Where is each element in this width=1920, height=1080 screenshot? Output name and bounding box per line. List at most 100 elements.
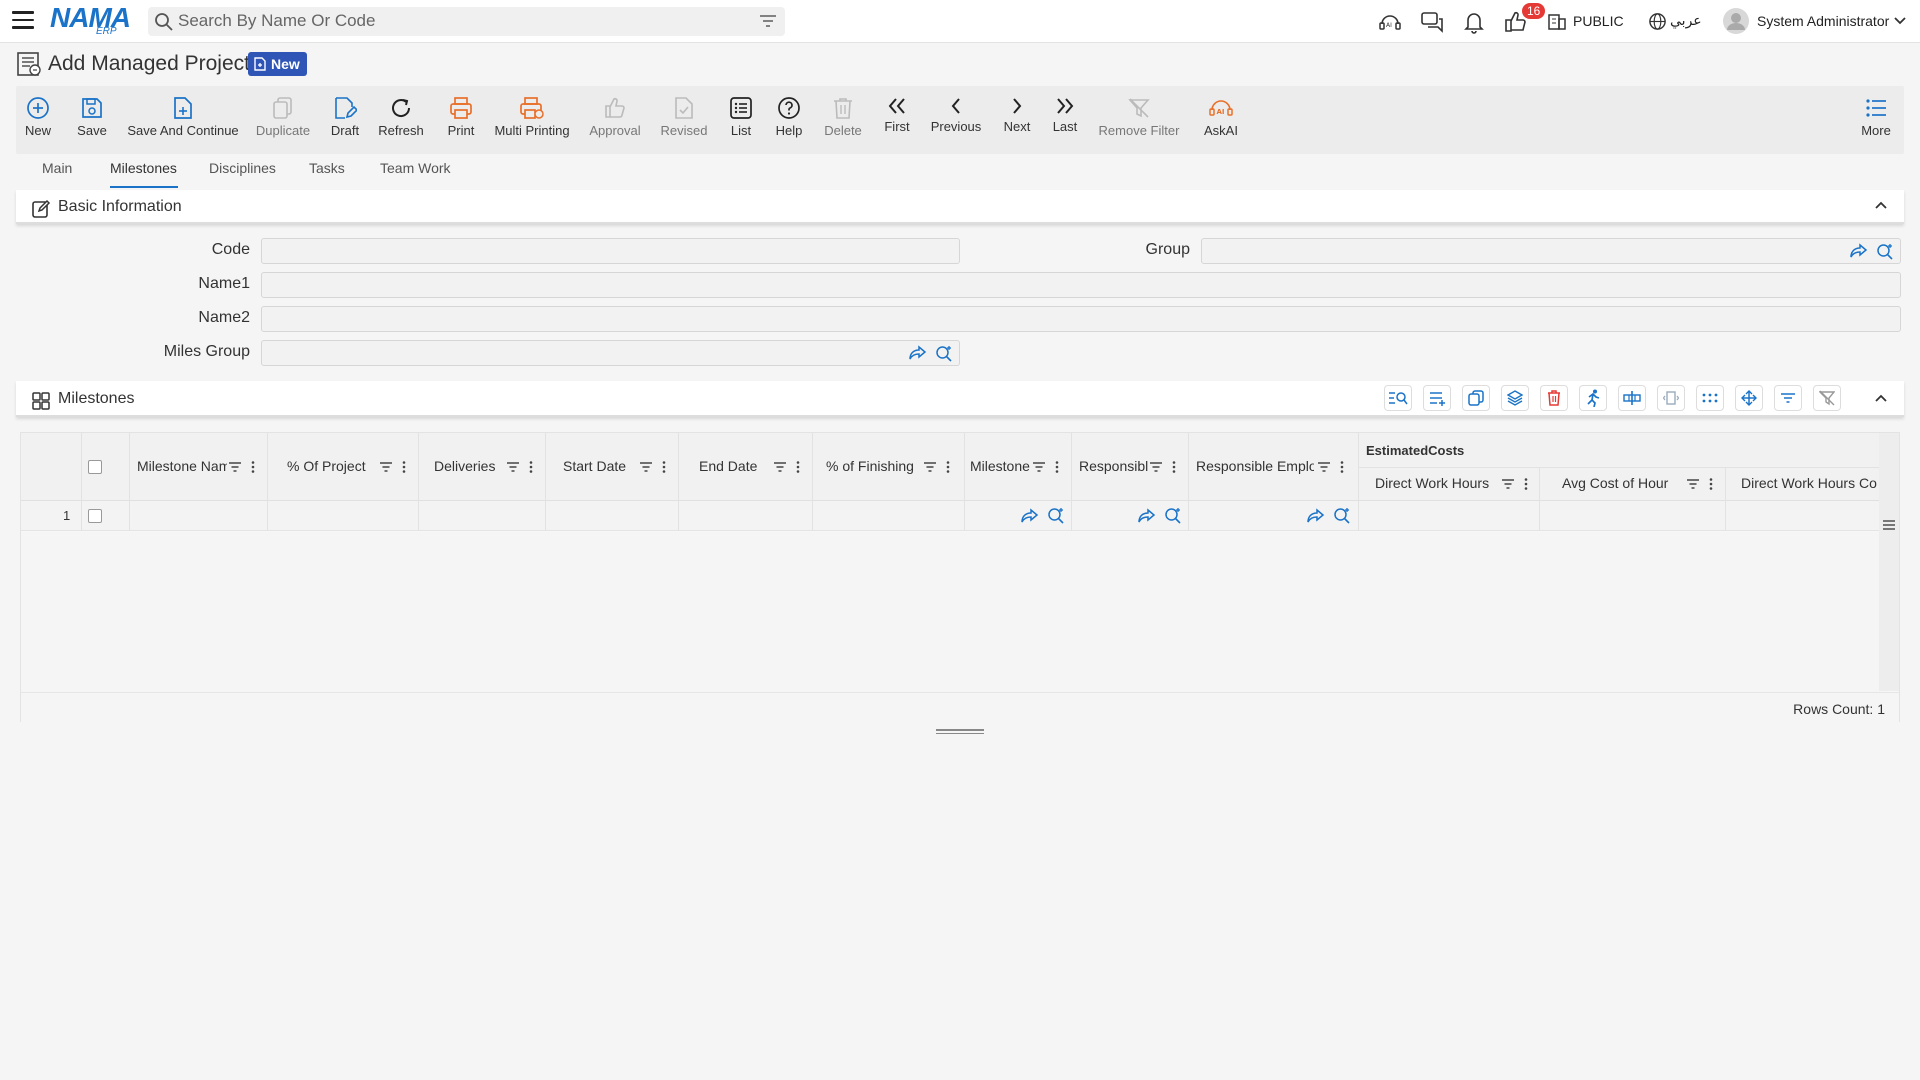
ai-assistant-icon[interactable]: AI (1378, 10, 1402, 34)
column-filter-icon[interactable] (1501, 477, 1531, 491)
grid-remove-filter-button[interactable] (1813, 385, 1841, 411)
basic-information-header[interactable]: Basic Information (16, 190, 1904, 224)
column-header[interactable]: Milestone (970, 458, 1032, 474)
search-lookup-icon[interactable] (1333, 507, 1351, 525)
move-button[interactable] (1735, 385, 1763, 411)
copy-row-button[interactable] (1462, 385, 1490, 411)
code-field[interactable] (261, 238, 960, 264)
approval-button[interactable]: Approval (589, 86, 641, 154)
tab-main[interactable]: Main (42, 160, 72, 176)
column-header[interactable]: Deliveries (434, 458, 514, 474)
delete-row-button[interactable] (1540, 385, 1568, 411)
menu-lines-icon[interactable] (1882, 519, 1896, 531)
menu-icon[interactable] (12, 11, 34, 31)
search-lookup-icon[interactable] (1047, 507, 1065, 525)
run-button[interactable] (1579, 385, 1607, 411)
name1-field[interactable] (261, 272, 1901, 298)
logo[interactable]: NAMA ERP (50, 4, 131, 38)
duplicate-button[interactable]: Duplicate (256, 86, 310, 154)
column-header[interactable]: % Of Project (287, 458, 377, 474)
avatar[interactable] (1723, 8, 1749, 34)
askai-button[interactable]: AI AskAI (1192, 86, 1250, 154)
table-row[interactable]: 1 (21, 501, 1881, 531)
column-header[interactable]: Responsibl (1079, 458, 1149, 474)
bell-icon[interactable] (1462, 10, 1486, 34)
search-lookup-icon[interactable] (1164, 507, 1182, 525)
vertical-scrollbar[interactable] (1879, 433, 1899, 691)
remove-filter-button[interactable]: Remove Filter (1096, 86, 1182, 154)
chat-icon[interactable] (1420, 10, 1444, 34)
first-button[interactable]: First (882, 86, 912, 154)
language-toggle[interactable]: عربي (1670, 12, 1702, 29)
row-checkbox[interactable] (88, 509, 102, 523)
column-header[interactable]: Milestone Nam (137, 458, 227, 474)
search-lookup-icon[interactable] (935, 345, 953, 363)
print-button[interactable]: Print (446, 86, 476, 154)
share-icon[interactable] (1021, 508, 1039, 524)
name1-input[interactable] (262, 273, 1900, 297)
column-filter-icon[interactable] (1686, 477, 1716, 491)
milestones-header[interactable]: Milestones (16, 381, 1904, 417)
miles-group-field[interactable] (261, 340, 960, 366)
user-name[interactable]: System Administrator (1757, 13, 1889, 29)
branch-label[interactable]: PUBLIC (1573, 13, 1624, 29)
code-input[interactable] (262, 239, 959, 263)
resize-handle[interactable] (936, 729, 984, 735)
last-button[interactable]: Last (1050, 86, 1080, 154)
column-filter-icon[interactable] (506, 460, 536, 474)
chevron-up-icon[interactable] (1874, 200, 1888, 210)
search-input[interactable] (178, 10, 738, 32)
column-filter-icon[interactable] (773, 460, 803, 474)
save-button[interactable]: Save (76, 86, 108, 154)
insert-column-button[interactable] (1618, 385, 1646, 411)
add-row-button[interactable] (1423, 385, 1451, 411)
more-button[interactable]: More (1858, 86, 1894, 154)
column-header[interactable]: Start Date (563, 458, 643, 474)
globe-icon[interactable] (1648, 12, 1667, 31)
group-field[interactable] (1201, 238, 1901, 264)
column-header[interactable]: Responsible Emplo (1196, 458, 1314, 474)
layers-button[interactable] (1501, 385, 1529, 411)
column-filter-icon[interactable] (1317, 460, 1347, 474)
column-filter-icon[interactable] (639, 460, 669, 474)
column-filter-icon[interactable] (228, 460, 258, 474)
name2-input[interactable] (262, 307, 1900, 331)
more-options-button[interactable] (1696, 385, 1724, 411)
next-button[interactable]: Next (1002, 86, 1032, 154)
miles-group-input[interactable] (262, 341, 882, 365)
column-filter-icon[interactable] (923, 460, 953, 474)
search-lookup-icon[interactable] (1876, 243, 1894, 261)
column-filter-icon[interactable] (379, 460, 409, 474)
column-header[interactable]: Direct Work Hours Co (1741, 475, 1877, 491)
delete-button[interactable]: Delete (823, 86, 863, 154)
column-header[interactable]: % of Finishing (826, 458, 926, 474)
column-filter-icon[interactable] (1032, 460, 1062, 474)
new-button[interactable]: New (24, 86, 52, 154)
grid-search-button[interactable] (1384, 385, 1412, 411)
tab-tasks[interactable]: Tasks (309, 160, 345, 176)
column-header[interactable]: End Date (699, 458, 779, 474)
share-icon[interactable] (1307, 508, 1325, 524)
building-icon[interactable] (1547, 11, 1567, 31)
filter-icon[interactable] (759, 14, 777, 28)
group-input[interactable] (1202, 239, 1822, 263)
chevron-up-icon[interactable] (1874, 393, 1888, 403)
column-filter-icon[interactable] (1149, 460, 1179, 474)
revised-button[interactable]: Revised (661, 86, 707, 154)
chevron-down-icon[interactable] (1894, 16, 1906, 26)
save-and-continue-button[interactable]: Save And Continue (127, 86, 239, 154)
share-icon[interactable] (1138, 508, 1156, 524)
share-icon[interactable] (909, 345, 927, 361)
tab-disciplines[interactable]: Disciplines (209, 160, 276, 176)
select-all-checkbox[interactable] (88, 460, 102, 474)
multi-printing-button[interactable]: Multi Printing (494, 86, 570, 154)
grid-filter-button[interactable] (1774, 385, 1802, 411)
name2-field[interactable] (261, 306, 1901, 332)
share-icon[interactable] (1850, 243, 1868, 259)
previous-button[interactable]: Previous (929, 86, 983, 154)
column-header[interactable]: Direct Work Hours (1375, 475, 1495, 491)
draft-button[interactable]: Draft (330, 86, 360, 154)
refresh-button[interactable]: Refresh (378, 86, 424, 154)
list-button[interactable]: List (727, 86, 755, 154)
search-box[interactable] (148, 7, 785, 36)
